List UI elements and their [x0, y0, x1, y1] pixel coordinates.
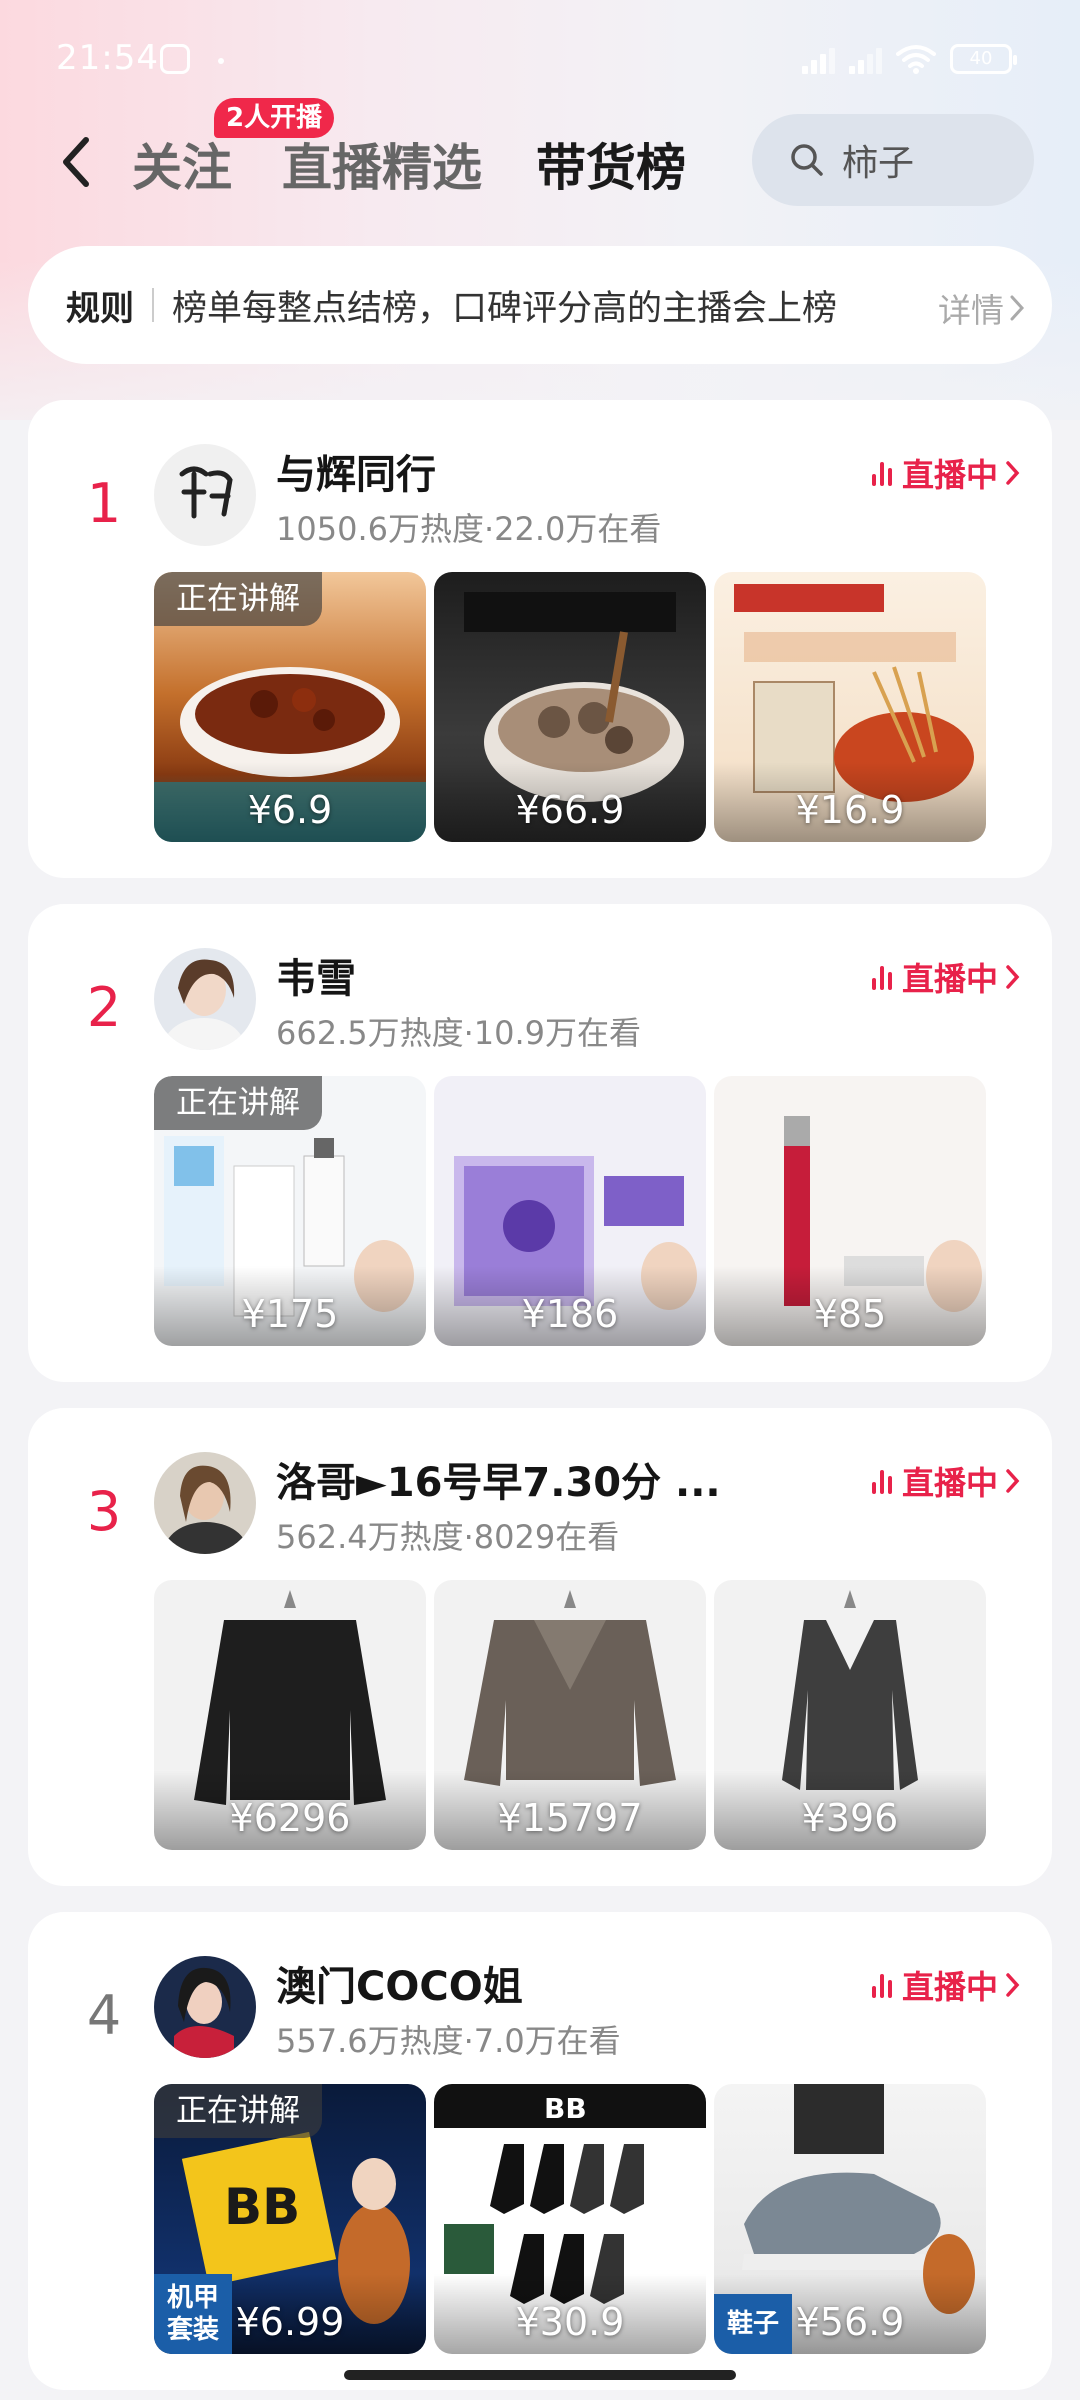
streamer-stats: 662.5万热度·10.9万在看 [276, 1014, 642, 1052]
explaining-tag: 正在讲解 [154, 1076, 322, 1130]
chevron-right-icon [1010, 295, 1025, 321]
product-price: ¥30.9 [515, 2300, 625, 2344]
battery-icon: 40 [950, 44, 1017, 74]
streamer-name[interactable]: 与辉同行 [276, 442, 726, 500]
rank-number: 3 [86, 1480, 122, 1543]
streamer-name[interactable]: 澳门COCO姐 [276, 1954, 726, 2012]
product-row: 正在讲解 ¥6.9 ¥66.9 ¥16.9 [154, 572, 986, 842]
back-button[interactable] [54, 132, 104, 192]
product-row: ¥6296 ¥15797 ¥396 [154, 1580, 986, 1850]
search-box[interactable]: 柿子 [752, 114, 1034, 206]
wifi-icon [896, 45, 936, 74]
avatar[interactable] [154, 1452, 256, 1554]
product-thumb[interactable]: ¥186 [434, 1076, 706, 1346]
tab-follow[interactable]: 关注 [132, 128, 232, 200]
product-thumb[interactable]: ¥396 [714, 1580, 986, 1850]
live-status-link[interactable]: 直播中 [871, 1962, 1022, 2008]
live-status-link[interactable]: 直播中 [871, 450, 1022, 496]
live-status-link[interactable]: 直播中 [871, 954, 1022, 1000]
live-status-label: 直播中 [901, 1968, 998, 2006]
live-status-label: 直播中 [901, 1464, 998, 1502]
top-nav: 关注 直播精选 带货榜 2人开播 柿子 [0, 98, 1080, 210]
rank-card[interactable]: 2 韦雪 662.5万热度·10.9万在看 直播中 正在讲解 ¥175 ¥186… [28, 904, 1052, 1382]
chevron-right-icon [1006, 965, 1020, 989]
rank-card[interactable]: 4 澳门COCO姐 557.6万热度·7.0万在看 直播中 BB 正在讲解 机甲… [28, 1912, 1052, 2390]
rule-detail-link[interactable]: 详情 [938, 284, 1026, 332]
product-thumb[interactable]: ¥6296 [154, 1580, 426, 1850]
status-time: 21:54 [56, 38, 159, 78]
product-price: ¥396 [801, 1796, 899, 1840]
streamer-name[interactable]: 韦雪 [276, 946, 726, 1004]
explaining-tag: 正在讲解 [154, 2084, 322, 2138]
product-price: ¥15797 [497, 1796, 643, 1840]
product-thumb[interactable]: 鞋子 ¥56.9 [714, 2084, 986, 2354]
product-price: ¥56.9 [795, 2300, 905, 2344]
product-thumb[interactable]: ¥15797 [434, 1580, 706, 1850]
explaining-tag: 正在讲解 [154, 572, 322, 626]
chevron-right-icon [1006, 1973, 1020, 1997]
streamer-stats: 1050.6万热度·22.0万在看 [276, 510, 662, 548]
product-thumb[interactable]: 正在讲解 ¥6.9 [154, 572, 426, 842]
chevron-right-icon [1006, 1469, 1020, 1493]
live-status-label: 直播中 [901, 960, 998, 998]
rule-label: 规则 [66, 288, 134, 329]
streamer-name[interactable]: 洛哥►16号早7.30分 ... [276, 1450, 726, 1508]
product-thumb[interactable]: BB ¥30.9 [434, 2084, 706, 2354]
streamer-stats: 557.6万热度·7.0万在看 [276, 2022, 621, 2060]
rank-card[interactable]: 3 洛哥►16号早7.30分 ... 562.4万热度·8029在看 直播中 ¥… [28, 1408, 1052, 1886]
product-price: ¥6.9 [247, 788, 333, 832]
avatar[interactable] [154, 1956, 256, 2058]
product-row: 正在讲解 ¥175 ¥186 ¥85 [154, 1076, 986, 1346]
search-icon [791, 144, 823, 176]
rank-number: 4 [86, 1984, 122, 2047]
live-status-label: 直播中 [901, 456, 998, 494]
live-bars-icon [871, 1468, 892, 1494]
signal-icon-2 [849, 44, 882, 74]
chevron-right-icon [1006, 461, 1020, 485]
product-thumb[interactable]: BB 正在讲解 机甲套装 ¥6.99 [154, 2084, 426, 2354]
product-row: BB 正在讲解 机甲套装 ¥6.99 BB ¥30.9 鞋子 ¥56.9 [154, 2084, 986, 2354]
product-price: ¥186 [521, 1292, 619, 1336]
app-notification-icon [160, 44, 190, 74]
product-thumb[interactable]: ¥66.9 [434, 572, 706, 842]
rank-number: 1 [86, 472, 122, 535]
status-indicators: 40 [802, 44, 1017, 74]
live-bars-icon [871, 1972, 892, 1998]
rule-bar: 规则 榜单每整点结榜，口碑评分高的主播会上榜 详情 [28, 246, 1052, 364]
search-query: 柿子 [842, 143, 915, 184]
live-bars-icon [871, 460, 892, 486]
product-price: ¥6296 [229, 1796, 351, 1840]
product-thumb[interactable]: ¥16.9 [714, 572, 986, 842]
live-status-link[interactable]: 直播中 [871, 1458, 1022, 1504]
rank-number: 2 [86, 976, 122, 1039]
product-price: ¥66.9 [515, 788, 625, 832]
live-bars-icon [871, 964, 892, 990]
rule-detail-label: 详情 [938, 291, 1004, 330]
svg-text:BB: BB [544, 2092, 587, 2125]
status-bar: 21:54 40 [0, 0, 1080, 120]
product-price: ¥175 [241, 1292, 339, 1336]
product-price: ¥6.99 [235, 2300, 345, 2344]
rule-text: 榜单每整点结榜，口碑评分高的主播会上榜 [172, 288, 838, 329]
avatar[interactable] [154, 948, 256, 1050]
streamer-stats: 562.4万热度·8029在看 [276, 1518, 620, 1556]
avatar[interactable] [154, 444, 256, 546]
tab-live-picks[interactable]: 直播精选 [282, 128, 482, 200]
tab-sales-rank[interactable]: 带货榜 [536, 128, 686, 200]
rule-divider [152, 288, 154, 322]
rank-card[interactable]: 1 与辉同行 1050.6万热度·22.0万在看 直播中 正在讲解 ¥6.9 ¥… [28, 400, 1052, 878]
product-price: ¥85 [813, 1292, 887, 1336]
signal-icon [802, 44, 835, 74]
home-indicator[interactable] [344, 2370, 736, 2380]
product-price: ¥16.9 [795, 788, 905, 832]
svg-text:BB: BB [224, 2178, 300, 2236]
product-thumb[interactable]: ¥85 [714, 1076, 986, 1346]
product-thumb[interactable]: 正在讲解 ¥175 [154, 1076, 426, 1346]
notification-dot-icon [218, 58, 224, 64]
live-count-badge: 2人开播 [214, 98, 335, 138]
